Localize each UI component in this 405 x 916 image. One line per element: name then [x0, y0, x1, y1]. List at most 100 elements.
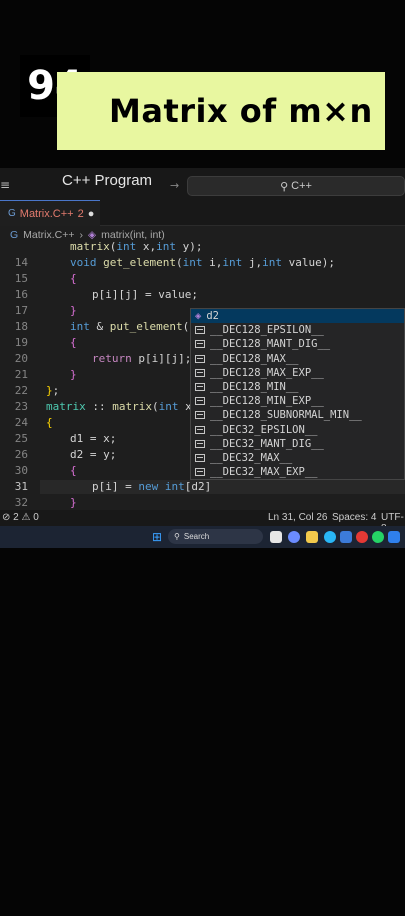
autocomplete-item[interactable]: __DEC128_SUBNORMAL_MIN__ [191, 408, 404, 422]
autocomplete-item-label: __DEC128_EPSILON__ [210, 324, 324, 337]
autocomplete-item-label: __DEC128_MAX_EXP__ [210, 366, 324, 379]
task-view-icon[interactable] [270, 531, 282, 543]
taskbar-search-label: Search [183, 532, 210, 541]
arrow-right-icon[interactable]: → [170, 179, 179, 192]
code-line-30: { [70, 464, 77, 477]
constant-icon [195, 354, 205, 363]
code-line-18: int & put_element(int [70, 320, 209, 333]
line-number: 21 [14, 368, 28, 381]
code-line-30-row: 30 { [0, 464, 190, 480]
windows-start-icon[interactable]: ⊞ [152, 531, 162, 543]
code-line-16: p[i][j] = value; [92, 288, 198, 301]
code-line-23: matrix :: matrix(int x,in [46, 400, 212, 413]
problems-count: 2 [13, 512, 19, 523]
cube-icon: ◈ [195, 310, 202, 323]
autocomplete-item-label: __DEC128_SUBNORMAL_MIN__ [210, 409, 362, 422]
autocomplete-item-label: __DEC32_EPSILON__ [210, 423, 318, 436]
command-search[interactable]: ⚲ C++ [187, 176, 405, 196]
autocomplete-item[interactable]: __DEC128_MIN__ [191, 380, 404, 394]
autocomplete-item[interactable]: __DEC32_MAX_EXP__ [191, 465, 404, 479]
line-number: 16 [14, 288, 28, 301]
autocomplete-header[interactable]: ◈ d2 [191, 309, 404, 324]
autocomplete-query: d2 [206, 310, 219, 323]
chat-icon[interactable] [288, 531, 300, 543]
store-icon[interactable] [340, 531, 352, 543]
line-number: 26 [14, 448, 28, 461]
autocomplete-item-label: __DEC128_MIN_EXP__ [210, 395, 324, 408]
autocomplete-item[interactable]: __DEC128_MANT_DIG__ [191, 337, 404, 351]
search-icon: ⚲ [174, 532, 180, 541]
autocomplete-item[interactable]: __DEC32_EPSILON__ [191, 423, 404, 437]
line-number: 18 [14, 320, 28, 333]
unsaved-dot-icon[interactable]: ● [88, 208, 95, 220]
code-line-17: } [70, 304, 77, 317]
constant-icon [195, 368, 205, 377]
status-bar: ⊘ 2 ⚠ 0 Ln 31, Col 26 Spaces: 4 UTF-8 [0, 510, 405, 534]
warnings-count: 0 [33, 512, 39, 523]
autocomplete-item[interactable]: __DEC32_MANT_DIG__ [191, 437, 404, 451]
whatsapp-icon[interactable] [372, 531, 384, 543]
autocomplete-item-label: __DEC32_MANT_DIG__ [210, 437, 324, 450]
autocomplete-item-label: __DEC128_MIN__ [210, 381, 299, 394]
autocomplete-item[interactable]: __DEC128_MIN_EXP__ [191, 394, 404, 408]
code-line-13: matrix(int x,int y); [70, 240, 203, 253]
autocomplete-item-label: __DEC128_MANT_DIG__ [210, 338, 331, 351]
autocomplete-item[interactable]: __DEC128_MAX__ [191, 352, 404, 366]
code-line-25: d1 = x; [70, 432, 117, 445]
title-bar: ≡ C++ Program → ⚲ C++ [0, 168, 405, 200]
video-title: Matrix of m×n [57, 72, 385, 150]
taskbar-search[interactable]: ⚲ Search [168, 529, 263, 544]
chrome-icon[interactable] [356, 531, 368, 543]
vscode-icon[interactable] [388, 531, 400, 543]
line-number: 30 [14, 464, 28, 477]
file-explorer-icon[interactable] [306, 531, 318, 543]
line-number: 25 [14, 432, 28, 445]
code-line-24: { [46, 416, 53, 429]
line-number: 20 [14, 352, 28, 365]
code-line-15: { [70, 272, 77, 285]
cpp-file-icon: G [8, 208, 16, 219]
autocomplete-item-label: __DEC32_MAX__ [210, 451, 293, 464]
autocomplete-popup: ◈ d2 __DEC128_EPSILON__ __DEC128_MANT_DIG… [190, 308, 405, 480]
search-icon: ⚲ [280, 180, 289, 193]
autocomplete-item[interactable]: __DEC32_MAX__ [191, 451, 404, 465]
autocomplete-item[interactable]: __DEC128_MAX_EXP__ [191, 366, 404, 380]
code-line-31: p[i] = new int[d2] [92, 480, 212, 493]
tab-matrix-cpp[interactable]: G Matrix.C++ 2 ● [0, 200, 100, 226]
autocomplete-item-label: __DEC128_MAX__ [210, 352, 299, 365]
code-line-14: void get_element(int i,int j,int value); [70, 256, 335, 269]
constant-icon [195, 411, 205, 420]
code-line-32: } [70, 496, 77, 509]
constant-icon [195, 468, 205, 477]
menu-icon[interactable]: ≡ [0, 178, 10, 192]
constant-icon [195, 453, 205, 462]
code-line-26: d2 = y; [70, 448, 117, 461]
tab-bar: G Matrix.C++ 2 ● [0, 200, 405, 226]
windows-taskbar: ⊞ ⚲ Search [0, 526, 405, 548]
code-line-19: { [70, 336, 77, 349]
line-number: 22 [14, 384, 28, 397]
code-line-22: }; [46, 384, 60, 397]
constant-icon [195, 383, 205, 392]
program-label: C++ Program [62, 172, 153, 189]
edge-icon[interactable] [324, 531, 336, 543]
tab-problem-count: 2 [77, 207, 84, 220]
autocomplete-item[interactable]: __DEC128_EPSILON__ [191, 323, 404, 337]
constant-icon [195, 425, 205, 434]
problems-indicator[interactable]: ⊘ 2 ⚠ 0 [2, 512, 39, 523]
tab-filename: Matrix.C++ [19, 207, 74, 220]
cursor-position[interactable]: Ln 31, Col 26 [268, 512, 328, 523]
line-number: 23 [14, 400, 28, 413]
indent-setting[interactable]: Spaces: 4 [332, 512, 376, 523]
autocomplete-item-label: __DEC32_MAX_EXP__ [210, 466, 318, 479]
code-line-21: } [70, 368, 77, 381]
line-number: 14 [14, 256, 28, 269]
constant-icon [195, 340, 205, 349]
line-number: 19 [14, 336, 28, 349]
line-number: 24 [14, 416, 28, 429]
line-number: 15 [14, 272, 28, 285]
search-text: C++ [291, 180, 312, 192]
code-line-20: return p[i][j]; [92, 352, 192, 365]
constant-icon [195, 326, 205, 335]
video-title-text: Matrix of m×n [109, 92, 373, 130]
